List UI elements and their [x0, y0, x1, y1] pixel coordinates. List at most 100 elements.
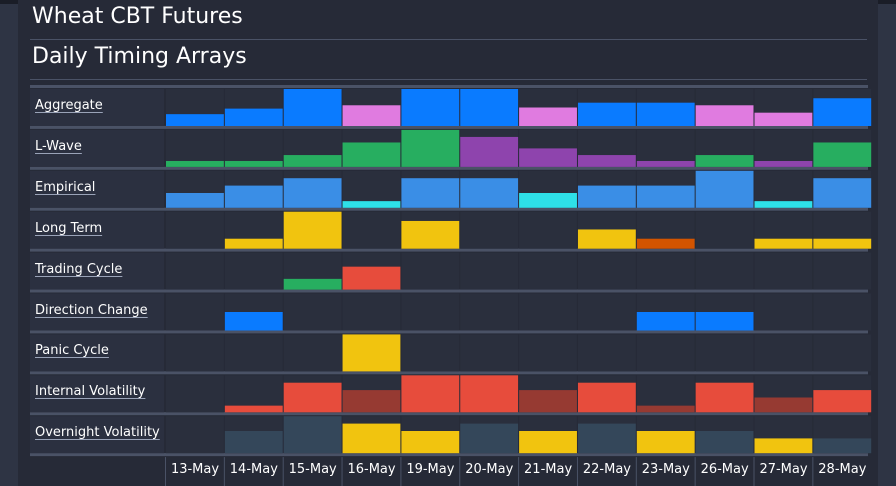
heat-bar — [342, 105, 401, 126]
x-tick-label: 15-May — [288, 462, 337, 477]
heat-bar — [636, 431, 695, 454]
grid-cell — [401, 252, 460, 290]
heat-bar — [401, 129, 460, 167]
x-tick-label: 27-May — [759, 462, 808, 477]
grid-cell — [401, 293, 460, 331]
heat-bar — [577, 102, 636, 126]
row-separator — [30, 248, 868, 252]
grid-cell — [283, 293, 342, 331]
timing-array-heatmap — [30, 85, 872, 486]
x-tick-label: 21-May — [524, 462, 573, 477]
grid-cell — [813, 334, 872, 372]
grid-cell — [166, 293, 224, 331]
heat-bar — [460, 375, 519, 413]
grid-cell — [460, 334, 519, 372]
heat-bar — [224, 160, 283, 167]
heat-bar — [224, 185, 283, 208]
row-separator — [30, 166, 868, 170]
x-tick-label: 23-May — [641, 462, 690, 477]
grid-cell — [166, 416, 224, 454]
heat-bar — [460, 423, 519, 454]
heat-bar — [342, 266, 401, 290]
heat-bar — [401, 178, 460, 208]
grid-cell — [754, 293, 813, 331]
grid-cell — [636, 252, 695, 290]
heat-bar — [401, 431, 460, 454]
grid-cell — [577, 252, 636, 290]
grid-cell — [813, 252, 872, 290]
grid-cell — [754, 252, 813, 290]
grid-cell — [636, 334, 695, 372]
heat-bar — [754, 112, 813, 126]
grid-cell — [695, 211, 754, 249]
heat-bar — [695, 170, 754, 208]
row-separator — [30, 371, 868, 375]
heat-bar — [636, 160, 695, 167]
row-label: Empirical — [35, 179, 96, 195]
row-label: Internal Volatility — [35, 384, 146, 400]
heat-bar — [342, 334, 401, 372]
heat-bar — [283, 278, 342, 290]
row-separator — [30, 453, 868, 457]
heat-bar — [166, 193, 224, 208]
heat-bar — [401, 220, 460, 249]
heat-bar — [460, 89, 519, 126]
heat-bar — [342, 390, 401, 413]
heat-bar — [577, 229, 636, 249]
x-tick-label: 16-May — [347, 462, 396, 477]
row-label: Direction Change — [35, 302, 148, 318]
grid-cell — [166, 211, 224, 249]
x-tick-label: 20-May — [465, 462, 514, 477]
heat-bar — [695, 382, 754, 413]
grid-cell — [224, 252, 283, 290]
heat-bar — [754, 160, 813, 167]
heat-bar — [813, 142, 872, 167]
heat-bar — [636, 405, 695, 413]
heat-bar — [283, 382, 342, 413]
row-label: L-Wave — [35, 138, 82, 154]
heat-bar — [283, 416, 342, 454]
heat-bar — [754, 397, 813, 413]
heat-bar — [695, 431, 754, 454]
heat-bar — [695, 155, 754, 167]
heat-bar — [813, 238, 872, 249]
row-separator — [30, 125, 868, 129]
grid-cell — [519, 211, 577, 249]
heat-bar — [224, 312, 283, 331]
heat-bar — [636, 185, 695, 208]
row-separator — [30, 412, 868, 416]
heat-bar — [577, 382, 636, 413]
grid-cell — [460, 252, 519, 290]
heat-bar — [401, 375, 460, 413]
grid-cell — [342, 293, 401, 331]
heat-bar — [166, 114, 224, 126]
grid-cell — [813, 293, 872, 331]
x-tick-label: 26-May — [700, 462, 749, 477]
grid-cell — [166, 252, 224, 290]
row-label: Panic Cycle — [35, 343, 109, 359]
grid-cell — [695, 252, 754, 290]
grid-cell — [283, 334, 342, 372]
x-tick-label: 19-May — [406, 462, 455, 477]
row-label: Long Term — [35, 220, 103, 236]
row-label: Overnight Volatility — [35, 425, 160, 441]
heat-bar — [519, 390, 577, 413]
grid-cell — [460, 293, 519, 331]
x-tick-label: 13-May — [170, 462, 220, 477]
heat-bar — [519, 107, 577, 126]
row-separator — [30, 207, 868, 211]
row-label: Trading Cycle — [35, 261, 123, 277]
grid-cell — [519, 252, 577, 290]
heat-bar — [754, 238, 813, 249]
heat-bar — [519, 193, 577, 208]
grid-cell — [460, 211, 519, 249]
heat-bar — [813, 438, 872, 454]
heat-bar — [283, 178, 342, 208]
grid-cell — [695, 334, 754, 372]
grid-cell — [519, 334, 577, 372]
heat-bar — [342, 423, 401, 454]
heat-bar — [519, 431, 577, 454]
heat-bar — [342, 142, 401, 167]
heat-bar — [224, 431, 283, 454]
grid-cell — [577, 293, 636, 331]
